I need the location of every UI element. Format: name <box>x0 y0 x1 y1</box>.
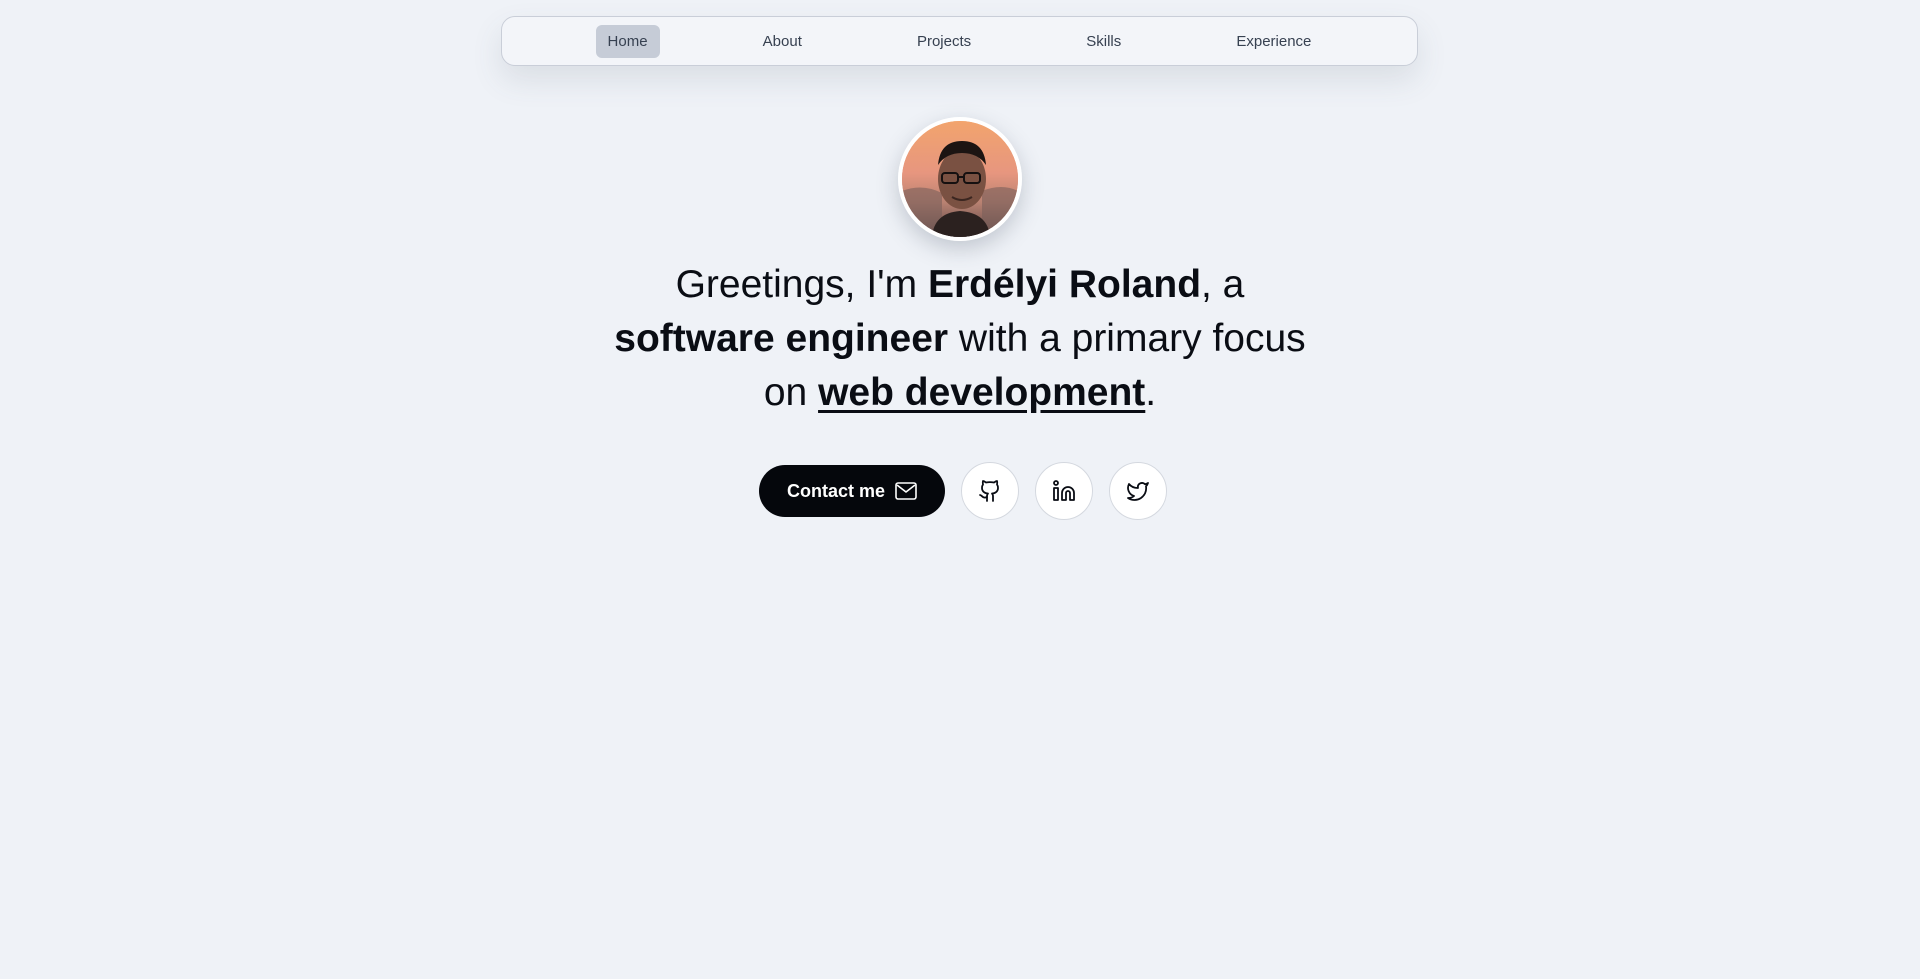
web-development-link[interactable]: web development <box>818 371 1145 414</box>
twitter-button[interactable] <box>1109 462 1168 520</box>
hero-end: . <box>1145 371 1157 414</box>
nav-item-skills[interactable]: Skills <box>1074 25 1133 58</box>
mail-icon <box>895 482 917 500</box>
nav-item-about[interactable]: About <box>751 25 814 58</box>
github-button[interactable] <box>961 462 1020 520</box>
nav-item-home[interactable]: Home <box>595 24 660 58</box>
nav-item-experience[interactable]: Experience <box>1224 25 1323 58</box>
hero-greeting: Greetings, I'm <box>675 263 928 306</box>
twitter-icon <box>1126 479 1150 503</box>
nav-item-projects[interactable]: Projects <box>905 25 983 58</box>
action-row: Contact me <box>759 462 1168 520</box>
page: Home About Projects Skills Experience Gr… <box>0 0 1920 979</box>
hero-role: software engineer <box>614 317 949 360</box>
linkedin-icon <box>1052 479 1076 503</box>
hero-mid1: , a <box>1201 263 1245 306</box>
contact-me-button[interactable]: Contact me <box>759 465 946 517</box>
hero-name: Erdélyi Roland <box>927 263 1202 306</box>
hero-headline: Greetings, I'm Erdélyi Roland, a softwar… <box>600 258 1320 420</box>
top-navigation: Home About Projects Skills Experience <box>501 16 1418 66</box>
github-icon <box>978 479 1002 503</box>
linkedin-button[interactable] <box>1035 462 1094 520</box>
contact-me-label: Contact me <box>787 480 886 501</box>
avatar <box>898 117 1022 241</box>
